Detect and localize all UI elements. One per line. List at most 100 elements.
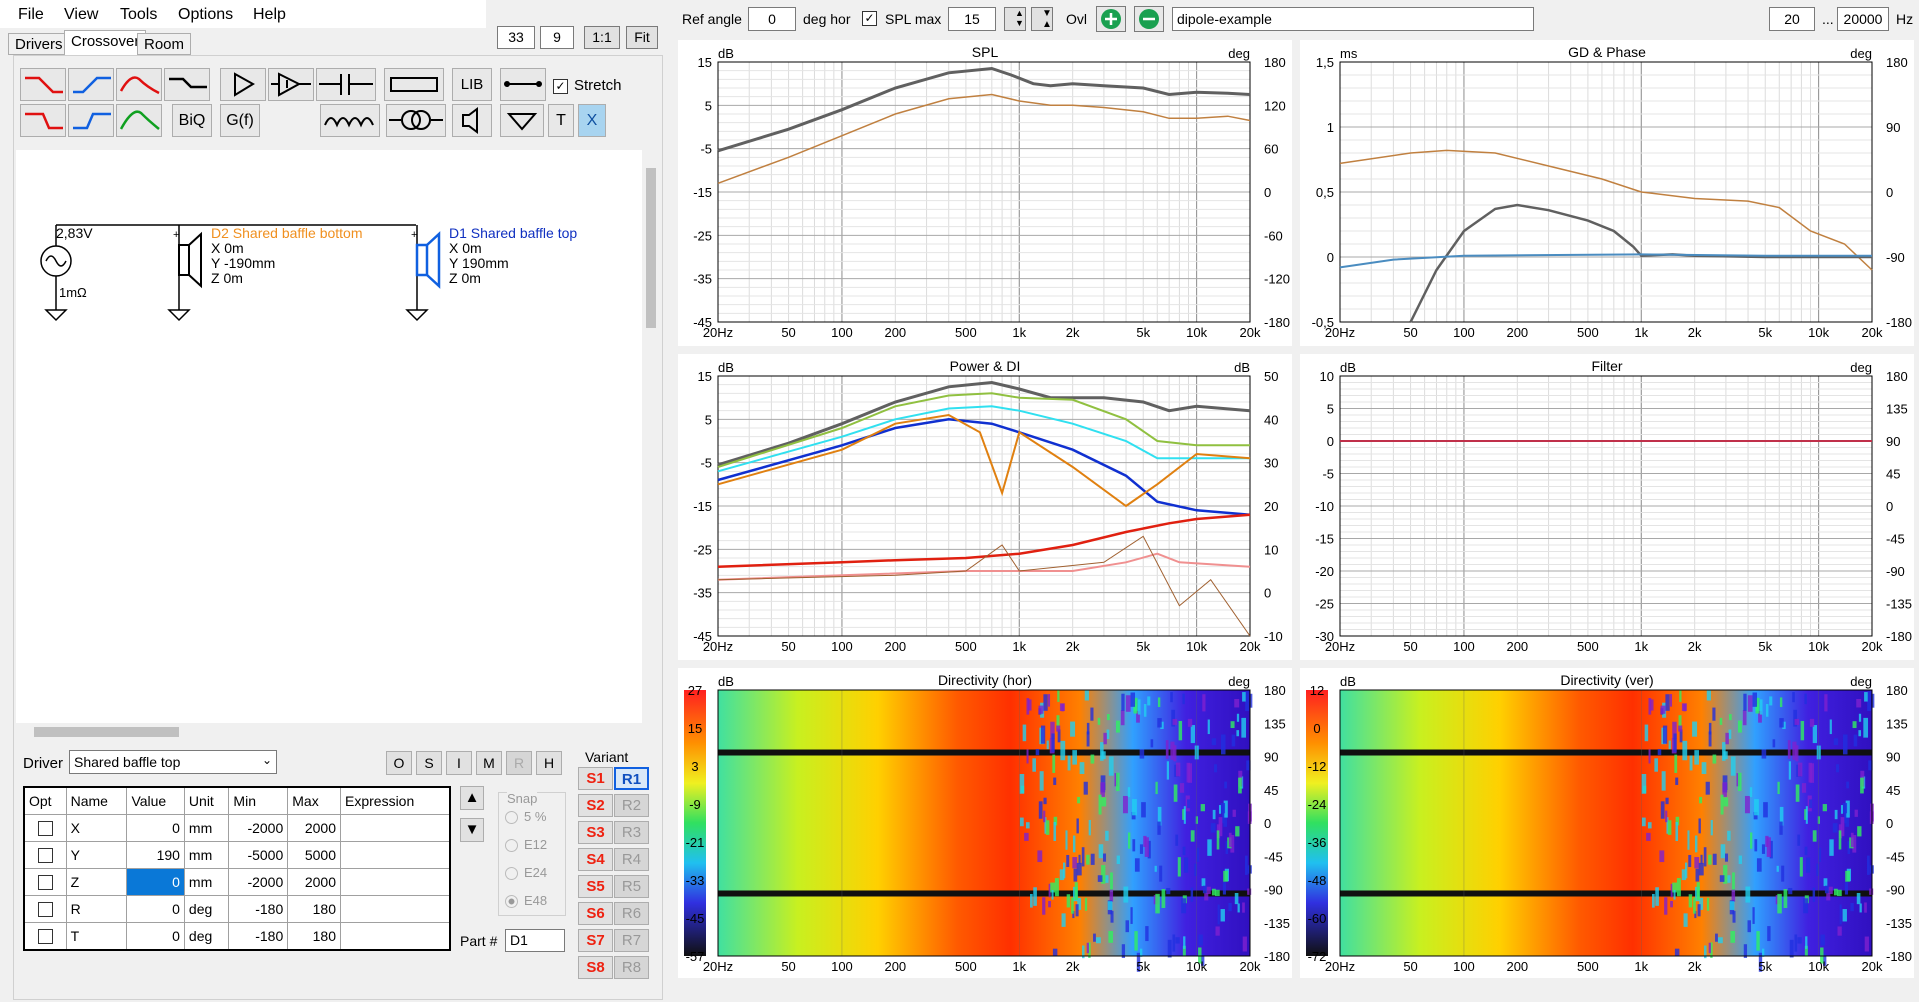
vscroll-thumb[interactable] <box>646 168 656 328</box>
param-min[interactable]: -5000 <box>228 841 289 869</box>
param-expression[interactable] <box>340 922 451 951</box>
hscroll-thumb[interactable] <box>34 727 179 737</box>
i-button[interactable]: I <box>446 751 472 775</box>
tab-drivers[interactable]: Drivers <box>8 33 70 55</box>
param-max[interactable]: 2000 <box>287 814 341 842</box>
param-value[interactable]: 190 <box>126 841 185 869</box>
menu-file[interactable]: File <box>18 6 44 24</box>
opt-checkbox[interactable] <box>37 821 53 837</box>
resistor-button[interactable] <box>384 68 444 101</box>
notch-button[interactable] <box>164 68 210 101</box>
schematic-horizontal-scrollbar[interactable] <box>16 723 642 741</box>
m-button[interactable]: M <box>476 751 502 775</box>
move-up-button[interactable]: ▲ <box>460 786 484 810</box>
spl-max-checkbox[interactable]: ✓ <box>862 11 877 26</box>
param-value[interactable]: 0 <box>126 922 185 951</box>
variant-s4-button[interactable]: S4 <box>578 848 613 871</box>
capacitor-button[interactable] <box>316 68 376 101</box>
filter-graph[interactable]: Filter dB deg 10 180 5 135 0 90 -5 45 -10 0 -15 -45… <box>1300 354 1914 660</box>
variant-r6-button[interactable]: R6 <box>614 902 649 925</box>
param-value[interactable]: 0 <box>126 814 185 842</box>
variant-s6-button[interactable]: S6 <box>578 902 613 925</box>
tab-crossover[interactable]: Crossover <box>64 30 147 56</box>
lowpass2-button[interactable] <box>20 104 66 137</box>
param-expression[interactable] <box>340 895 451 923</box>
param-value[interactable]: 0 <box>126 895 185 923</box>
variant-r4-button[interactable]: R4 <box>614 848 649 871</box>
variant-s1-button[interactable]: S1 <box>578 767 613 790</box>
param-min[interactable]: -2000 <box>228 868 289 896</box>
directivity-hor-graph[interactable]: Directivity (hor) dB deg 27 15 3 -9 -21 -33 -4… <box>678 668 1292 978</box>
add-overlay-button[interactable] <box>1096 6 1126 32</box>
variant-s3-button[interactable]: S3 <box>578 821 613 844</box>
variant-r8-button[interactable]: R8 <box>614 956 649 979</box>
wire-button[interactable] <box>500 68 546 101</box>
variant-s8-button[interactable]: S8 <box>578 956 613 979</box>
transformer-button[interactable] <box>386 104 446 137</box>
h-button[interactable]: H <box>536 751 562 775</box>
move-down-button[interactable]: ▼ <box>460 818 484 842</box>
opt-checkbox[interactable] <box>37 929 53 945</box>
param-value-selected[interactable]: 0 <box>126 868 185 896</box>
ref-angle-input[interactable]: 0 <box>748 7 796 31</box>
biq-button[interactable]: BiQ <box>172 104 212 137</box>
spl-max-input[interactable]: 15 <box>948 7 996 31</box>
freq-max-input[interactable]: 20000 <box>1837 7 1889 31</box>
param-max[interactable]: 180 <box>287 922 341 951</box>
bandpass-red-button[interactable] <box>116 68 162 101</box>
gd-phase-graph[interactable]: GD & Phase ms deg 1,5 180 1 90 0,5 0 0 -90 -0,5-… <box>1300 40 1914 346</box>
schematic-canvas[interactable]: + + 2,83V 1mΩ D2 Shared baffle bottom X … <box>16 150 642 723</box>
param-min[interactable]: -2000 <box>228 814 289 842</box>
freq-min-input[interactable]: 20 <box>1769 7 1815 31</box>
opt-checkbox[interactable] <box>37 848 53 864</box>
inductor-button[interactable] <box>320 104 380 137</box>
snap-option-e24[interactable]: E24 <box>505 865 547 881</box>
snap-option-e12[interactable]: E12 <box>505 837 547 853</box>
param-max[interactable]: 5000 <box>287 841 341 869</box>
param-min[interactable]: -180 <box>228 895 289 923</box>
lowpass-red-button[interactable] <box>20 68 66 101</box>
driver-select[interactable]: Shared baffle top ⌄ <box>69 750 277 774</box>
stretch-checkbox[interactable]: ✓ Stretch <box>553 77 622 94</box>
bandpass-green-button[interactable] <box>116 104 162 137</box>
spl-autoscale-button[interactable]: ▼ ▲ <box>1031 7 1053 31</box>
variant-r2-button[interactable]: R2 <box>614 794 649 817</box>
opt-checkbox[interactable] <box>37 875 53 891</box>
menu-help[interactable]: Help <box>253 6 286 24</box>
directivity-ver-graph[interactable]: Directivity (ver) dB deg 12 0 -12 -24 -36 -48… <box>1300 668 1914 978</box>
variant-r3-button[interactable]: R3 <box>614 821 649 844</box>
snap-option-5pct[interactable]: 5 % <box>505 809 546 825</box>
power-di-graph[interactable]: Power & DI dB dB 15 50 5 40 -5 30 -15 20 -25 10 -3… <box>678 354 1292 660</box>
snap-option-e48[interactable]: E48 <box>505 893 547 909</box>
remove-overlay-button[interactable] <box>1134 6 1164 32</box>
param-max[interactable]: 2000 <box>287 868 341 896</box>
spl-graph[interactable]: SPL dB deg 15 180 5 120 -5 60 -15 0 -25 -60 -35 -12… <box>678 40 1292 346</box>
variant-s7-button[interactable]: S7 <box>578 929 613 952</box>
menu-tools[interactable]: Tools <box>120 6 157 24</box>
part-number-input[interactable]: D1 <box>505 929 565 952</box>
fit-button[interactable]: Fit <box>626 26 658 49</box>
amp-button[interactable] <box>220 68 266 101</box>
x-button[interactable]: X <box>578 104 606 137</box>
zoom-a-field[interactable]: 33 <box>497 26 535 49</box>
variant-r7-button[interactable]: R7 <box>614 929 649 952</box>
project-name-input[interactable]: dipole-example <box>1172 7 1534 31</box>
lib-button[interactable]: LIB <box>452 68 492 101</box>
variant-s5-button[interactable]: S5 <box>578 875 613 898</box>
ground-button[interactable] <box>500 104 544 137</box>
tab-room[interactable]: Room <box>137 33 192 55</box>
buffer-button[interactable] <box>268 68 314 101</box>
t-button[interactable]: T <box>548 104 574 137</box>
menu-options[interactable]: Options <box>178 6 233 24</box>
zoom-b-field[interactable]: 9 <box>540 26 574 49</box>
ratio-button[interactable]: 1:1 <box>584 26 620 49</box>
param-min[interactable]: -180 <box>228 922 289 951</box>
highpass-blue-button[interactable] <box>68 68 114 101</box>
param-expression[interactable] <box>340 814 451 842</box>
schematic-vertical-scrollbar[interactable] <box>642 150 660 723</box>
highpass2-button[interactable] <box>68 104 114 137</box>
variant-r5-button[interactable]: R5 <box>614 875 649 898</box>
menu-view[interactable]: View <box>64 6 98 24</box>
r-mode-button[interactable]: R <box>506 751 532 775</box>
variant-r1-button[interactable]: R1 <box>614 767 649 790</box>
